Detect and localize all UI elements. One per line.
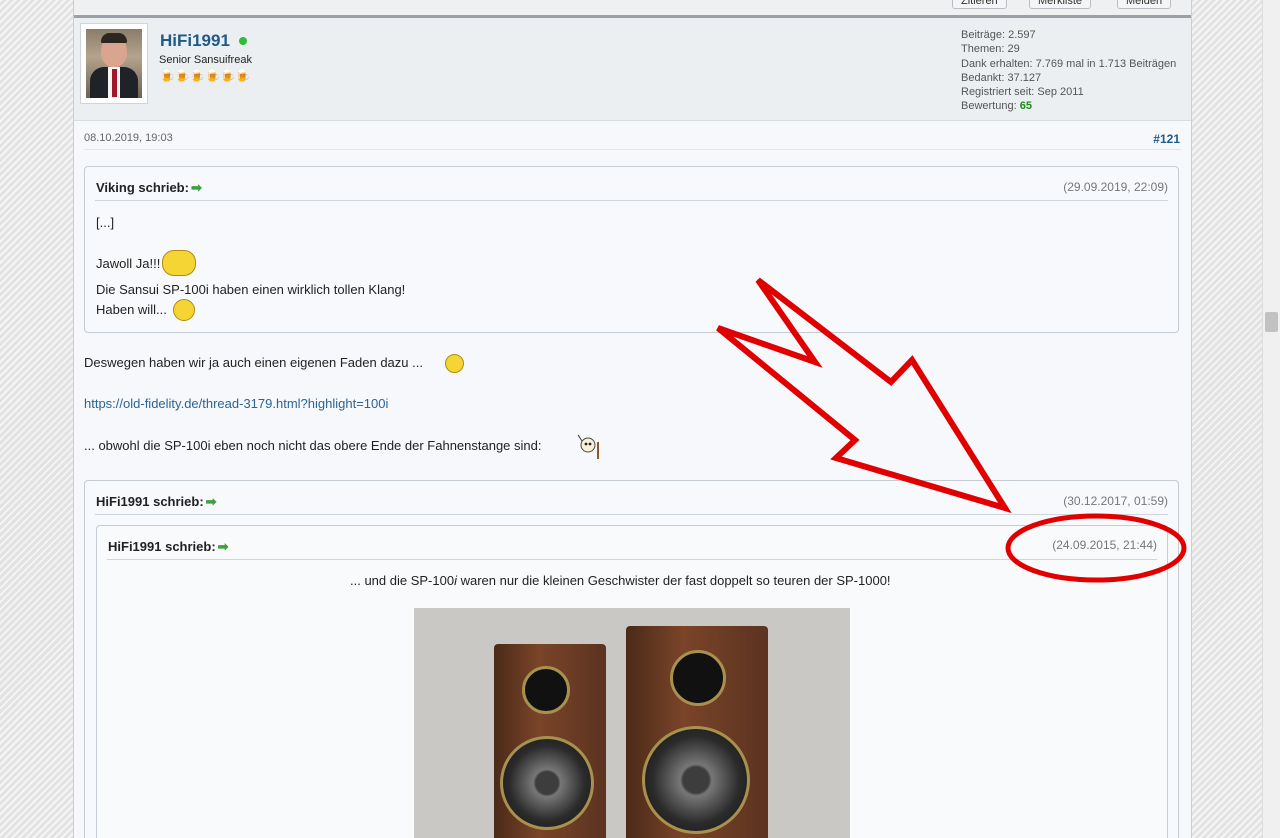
stat-threads: Themen: 29 — [961, 43, 1020, 56]
goto-arrow-icon[interactable]: ➡ — [218, 539, 229, 554]
quote-author: Viking schrieb: ➡ — [96, 180, 202, 196]
page-scrollbar[interactable] — [1262, 0, 1280, 838]
wizard-smiley-icon — [574, 433, 604, 461]
quote-text: [...] — [96, 215, 115, 230]
smile-smiley-icon — [445, 354, 464, 373]
drooling-smiley-icon — [173, 299, 195, 321]
quote-date: (30.12.2017, 01:59) — [1063, 494, 1168, 508]
user-title: Senior Sansuifreak — [159, 54, 252, 66]
quote-text: Die Sansui SP-100i haben einen wirklich … — [96, 282, 406, 297]
post-container: Zitieren Merkliste Melden HiFi1991 Senio… — [73, 0, 1192, 838]
quote-text-part: ... und die SP-100 — [350, 573, 455, 588]
stat-thanked: Bedankt: 37.127 — [961, 71, 1042, 84]
divider — [95, 200, 1168, 201]
post-text: ... obwohl die SP-100i eben noch nicht d… — [84, 438, 542, 453]
quote-text: Jawoll Ja!!! — [96, 256, 160, 271]
post-toolbar: Zitieren Merkliste Melden — [74, 0, 1191, 18]
woofer-right — [642, 726, 750, 834]
divider — [84, 149, 1181, 150]
stat-thanks-received: Dank erhalten: 7.769 mal in 1.713 Beiträ… — [961, 57, 1177, 70]
online-status-icon — [239, 37, 247, 45]
stat-rating: Bewertung: 65 — [961, 99, 1176, 113]
rating-label: Bewertung: — [961, 100, 1017, 113]
post-date: 08.10.2019, 19:03 — [84, 132, 173, 144]
stat-registered: Registriert seit: Sep 2011 — [961, 86, 1084, 99]
quote-author-label: HiFi1991 schrieb: — [96, 494, 204, 509]
tweeter-right — [670, 650, 726, 706]
post-text: Deswegen haben wir ja auch einen eigenen… — [84, 355, 423, 370]
tweeter-left — [522, 666, 570, 714]
user-info-bar: HiFi1991 Senior Sansuifreak 🍺🍺🍺🍺🍺🍺 Beitr… — [74, 18, 1191, 121]
quote-date: (24.09.2015, 21:44) — [1052, 538, 1157, 552]
bookmark-button[interactable]: Merkliste — [1029, 0, 1092, 9]
rating-value[interactable]: 65 — [1020, 100, 1032, 112]
divider — [107, 559, 1157, 560]
divider — [95, 514, 1168, 515]
quote-author-label: HiFi1991 schrieb: — [108, 539, 216, 554]
rank-icons: 🍺🍺🍺🍺🍺🍺 — [159, 68, 251, 83]
avatar[interactable] — [80, 23, 148, 104]
goto-arrow-icon[interactable]: ➡ — [191, 180, 202, 195]
quote-viking: Viking schrieb: ➡ (29.09.2019, 22:09) [..… — [84, 166, 1179, 333]
post-number-link[interactable]: #121 — [1153, 132, 1180, 146]
quote-author: HiFi1991 schrieb: ➡ — [108, 539, 229, 555]
quote-text-line: Jawoll Ja!!! — [96, 256, 161, 271]
thread-link[interactable]: https://old-fidelity.de/thread-3179.html… — [84, 396, 388, 411]
user-stats: Beiträge: 2.597 Themen: 29 Dank erhalten… — [961, 28, 1176, 114]
avatar-photo — [86, 29, 142, 98]
speaker-photo[interactable] — [414, 608, 850, 838]
report-button[interactable]: Melden — [1117, 0, 1172, 9]
quote-author: HiFi1991 schrieb: ➡ — [96, 494, 217, 510]
cheering-smiley-icon — [162, 250, 196, 276]
quote-text-part: waren nur die kleinen Geschwister der fa… — [456, 573, 891, 588]
woofer-left — [500, 736, 594, 830]
username-link[interactable]: HiFi1991 — [160, 31, 230, 51]
quote-date: (29.09.2019, 22:09) — [1063, 180, 1168, 194]
stat-posts: Beiträge: 2.597 — [961, 29, 1036, 41]
quote-author-label: Viking schrieb: — [96, 180, 189, 195]
quote-text: Haben will... — [96, 302, 167, 317]
quote-button[interactable]: Zitieren — [952, 0, 1007, 9]
quote-text: ... und die SP-100i waren nur die kleine… — [350, 573, 891, 588]
goto-arrow-icon[interactable]: ➡ — [206, 494, 217, 509]
scrollbar-thumb[interactable] — [1265, 312, 1278, 332]
